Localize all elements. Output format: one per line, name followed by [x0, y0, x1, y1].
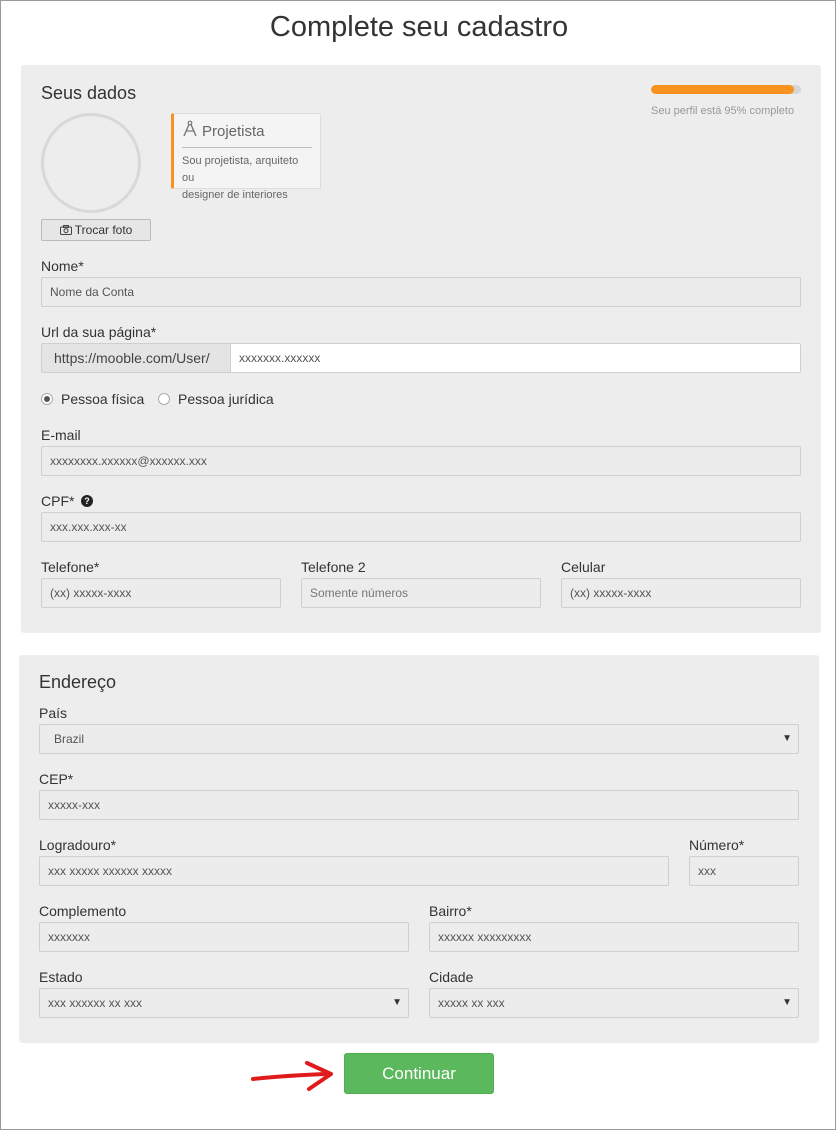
change-photo-label: Trocar foto: [74, 223, 133, 237]
complemento-input[interactable]: [39, 922, 409, 952]
pais-label: País: [39, 705, 68, 721]
camera-icon: [59, 223, 75, 237]
logradouro-input[interactable]: [39, 856, 669, 886]
pessoa-fisica-radio[interactable]: [41, 393, 53, 405]
cpf-label: CPF*: [41, 493, 75, 509]
estado-select-value: xxx xxxxxx xx xxx: [48, 996, 143, 1010]
nome-label: Nome*: [41, 258, 84, 274]
cidade-select[interactable]: xxxxx xx xxx ▼: [429, 988, 799, 1018]
dropdown-arrow-icon: ▼: [782, 997, 792, 1008]
complemento-label: Complemento: [39, 903, 127, 919]
profile-progress-bar: [651, 85, 801, 94]
compass-icon: [182, 120, 198, 142]
cidade-select-value: xxxxx xx xxx: [438, 996, 505, 1010]
section-title-endereco: Endereço: [39, 672, 117, 692]
url-prefix: https://mooble.com/User/: [41, 343, 231, 373]
dropdown-arrow-icon: ▼: [782, 733, 792, 744]
role-description-line-1: Sou projetista, arquiteto ou: [182, 155, 299, 184]
logradouro-label: Logradouro*: [39, 837, 117, 853]
cep-label: CEP*: [39, 771, 74, 787]
bairro-input[interactable]: [429, 922, 799, 952]
role-description: Sou projetista, arquiteto ou designer de…: [182, 153, 312, 204]
email-label: E-mail: [41, 427, 81, 443]
numero-label: Número*: [689, 837, 745, 853]
continue-button[interactable]: Continuar: [344, 1053, 494, 1094]
telefone-label: Telefone*: [41, 559, 100, 575]
profile-progress-text: Seu perfil está 95% completo: [651, 105, 795, 117]
estado-select[interactable]: xxx xxxxxx xx xxx ▼: [39, 988, 409, 1018]
url-label: Url da sua página*: [41, 324, 157, 340]
red-arrow-icon: [251, 1061, 333, 1091]
url-input[interactable]: [230, 343, 801, 373]
pais-select[interactable]: Brazil ▼: [39, 724, 799, 754]
estado-label: Estado: [39, 969, 83, 985]
section-title-seus-dados: Seus dados: [41, 83, 137, 103]
panel-endereco: Endereço País Brazil ▼ CEP* Logradouro* …: [19, 655, 819, 1043]
celular-input[interactable]: [561, 578, 801, 608]
role-card-projetista[interactable]: Projetista Sou projetista, arquiteto ou …: [171, 113, 321, 201]
page-frame: Complete seu cadastro Seus dados Seu per…: [0, 0, 836, 1130]
pais-select-value: Brazil: [54, 732, 85, 746]
profile-progress-fill: [651, 85, 794, 94]
cep-input[interactable]: [39, 790, 799, 820]
telefone2-label: Telefone 2: [301, 559, 366, 575]
email-input[interactable]: [41, 446, 801, 476]
panel-seus-dados: Seus dados Seu perfil está 95% completo …: [21, 65, 821, 633]
numero-input[interactable]: [689, 856, 799, 886]
role-card-header: Projetista: [182, 120, 312, 148]
role-title: Projetista: [202, 122, 265, 140]
nome-input[interactable]: [41, 277, 801, 307]
cpf-input[interactable]: [41, 512, 801, 542]
question-icon[interactable]: ?: [81, 495, 93, 507]
pessoa-juridica-label[interactable]: Pessoa jurídica: [178, 391, 274, 407]
avatar: [41, 113, 141, 213]
celular-label: Celular: [561, 559, 606, 575]
telefone-input[interactable]: [41, 578, 281, 608]
cidade-label: Cidade: [429, 969, 474, 985]
change-photo-button[interactable]: Trocar foto: [41, 219, 151, 241]
telefone2-input[interactable]: [301, 578, 541, 608]
dropdown-arrow-icon: ▼: [392, 997, 402, 1008]
role-description-line-2: designer de interiores: [182, 189, 288, 201]
page-title: Complete seu cadastro: [269, 11, 569, 43]
pessoa-fisica-label[interactable]: Pessoa física: [61, 391, 144, 407]
bairro-label: Bairro*: [429, 903, 472, 919]
pessoa-juridica-radio[interactable]: [158, 393, 170, 405]
